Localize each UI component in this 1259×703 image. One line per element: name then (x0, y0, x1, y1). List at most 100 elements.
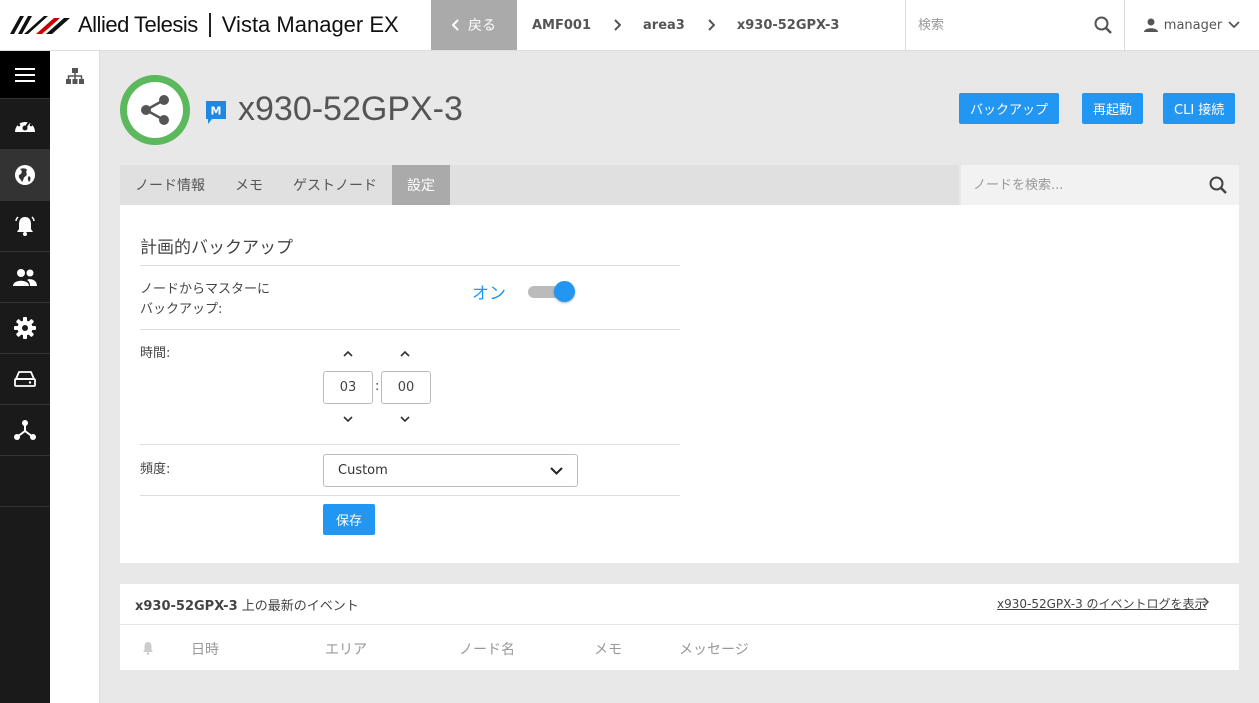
column-header-message[interactable]: メッセージ (679, 639, 749, 659)
nav-topology[interactable] (0, 405, 50, 456)
tab-settings[interactable]: 設定 (392, 165, 450, 205)
frequency-value: Custom (338, 463, 388, 478)
divider (140, 265, 680, 266)
events-title-node: x930-52GPX-3 (135, 599, 238, 614)
minute-down-button[interactable] (395, 411, 415, 427)
nav-dashboard[interactable] (0, 99, 50, 150)
chevron-up-icon (400, 351, 410, 357)
search-icon[interactable] (1094, 16, 1112, 34)
node-status-inner (127, 82, 183, 138)
minute-up-button[interactable] (395, 346, 415, 362)
events-title: x930-52GPX-3 上の最新のイベント (135, 595, 359, 614)
chevron-down-icon (550, 466, 563, 475)
search-input[interactable] (918, 17, 1094, 33)
divider (140, 444, 680, 445)
nav-empty (0, 456, 50, 507)
divider (140, 329, 680, 330)
tab-node-info[interactable]: ノード情報 (120, 165, 220, 205)
frequency-label: 頻度: (140, 462, 171, 477)
reboot-button[interactable]: 再起動 (1082, 93, 1144, 124)
page-title: x930-52GPX-3 (238, 90, 463, 128)
column-header-node-name[interactable]: ノード名 (459, 639, 515, 659)
secondary-nav (50, 51, 100, 703)
backup-toggle[interactable] (528, 280, 576, 302)
nav-settings[interactable] (0, 303, 50, 354)
users-icon (13, 269, 37, 286)
brand-separator (208, 13, 211, 37)
save-button[interactable]: 保存 (323, 504, 375, 535)
bell-icon (143, 642, 153, 655)
node-search (961, 165, 1239, 205)
chevron-down-icon (400, 416, 410, 422)
share-icon (141, 95, 169, 125)
product-name: Vista Manager EX (221, 12, 399, 37)
brand: Allied Telesis Vista Manager EX (0, 0, 431, 50)
top-bar: Allied Telesis Vista Manager EX 戻る AMF00… (0, 0, 1259, 51)
toggle-knob (554, 281, 575, 302)
allied-telesis-logo-icon (10, 16, 70, 34)
hour-up-button[interactable] (338, 346, 358, 362)
breadcrumb-item[interactable]: area3 (643, 18, 685, 33)
frequency-select[interactable]: Custom (323, 454, 578, 487)
backup-state-label: オン (472, 284, 506, 304)
dashboard-icon (15, 118, 35, 132)
globe-icon (15, 165, 35, 185)
column-header-area[interactable]: エリア (325, 639, 367, 659)
event-log-link[interactable]: x930-52GPX-3 のイベントログを表示 (997, 595, 1207, 612)
hour-input[interactable]: 03 (323, 371, 373, 404)
chevron-right-icon (708, 19, 715, 31)
time-label: 時間: (140, 346, 171, 361)
minute-input[interactable]: 00 (381, 371, 431, 404)
user-icon (1143, 18, 1158, 32)
search-icon[interactable] (1209, 176, 1227, 194)
events-title-suffix: 上の最新のイベント (237, 599, 359, 614)
chevron-right-icon (1203, 597, 1209, 607)
bell-icon (15, 216, 35, 236)
chevron-left-icon (452, 19, 459, 31)
backup-label-line2: バックアップ: (140, 302, 223, 317)
chevron-down-icon (1228, 21, 1240, 29)
back-label: 戻る (468, 18, 496, 34)
tab-bar: ノード情報 メモ ゲストノード 設定 (120, 165, 959, 205)
storage-icon (14, 371, 36, 387)
nav-alarms[interactable] (0, 201, 50, 252)
subnav-hierarchy[interactable] (50, 51, 99, 101)
time-separator: : (375, 379, 380, 394)
nav-network[interactable] (0, 150, 50, 201)
node-status-icon (120, 75, 190, 145)
user-name: manager (1163, 17, 1223, 33)
cli-connect-button[interactable]: CLI 接続 (1163, 93, 1236, 124)
breadcrumb-item[interactable]: AMF001 (532, 18, 591, 33)
scheduled-backup-panel: 計画的バックアップ ノードからマスターに バックアップ: オン 時間: 03 :… (120, 205, 1239, 563)
divider (120, 624, 1239, 625)
breadcrumb: AMF001 area3 x930-52GPX-3 (517, 0, 906, 50)
global-search (906, 0, 1125, 50)
chevron-down-icon (343, 416, 353, 422)
column-header-memo[interactable]: メモ (594, 639, 622, 659)
nav-storage[interactable] (0, 354, 50, 405)
nav-users[interactable] (0, 252, 50, 303)
back-button[interactable]: 戻る (431, 0, 517, 50)
recent-events-panel: x930-52GPX-3 上の最新のイベント x930-52GPX-3 のイベン… (120, 584, 1239, 670)
user-menu[interactable]: manager (1125, 0, 1259, 50)
topology-icon (14, 420, 36, 440)
menu-icon (15, 67, 35, 82)
gear-icon (14, 317, 36, 339)
chevron-up-icon (343, 351, 353, 357)
hour-down-button[interactable] (338, 411, 358, 427)
main-nav (0, 51, 50, 703)
tab-memo[interactable]: メモ (220, 165, 278, 205)
node-search-input[interactable] (973, 177, 1209, 193)
tab-guest-nodes[interactable]: ゲストノード (278, 165, 392, 205)
master-badge-letter: M (211, 105, 222, 118)
column-header-datetime[interactable]: 日時 (191, 639, 219, 659)
backup-label: ノードからマスターに バックアップ: (140, 280, 270, 320)
menu-button[interactable] (0, 51, 50, 99)
section-title: 計画的バックアップ (140, 238, 293, 258)
breadcrumb-item[interactable]: x930-52GPX-3 (737, 18, 840, 33)
chevron-right-icon (614, 19, 622, 31)
backup-label-line1: ノードからマスターに (140, 282, 271, 297)
divider (140, 495, 680, 496)
master-badge-icon: M (206, 101, 226, 124)
backup-button[interactable]: バックアップ (959, 93, 1060, 124)
